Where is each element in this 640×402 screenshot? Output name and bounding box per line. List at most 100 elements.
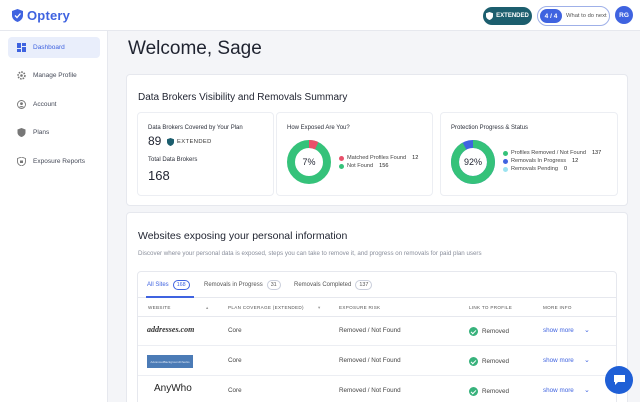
legend-value: 156: [379, 163, 389, 169]
top-bar: Optery EXTENDED 4 / 4 What to do next RG: [0, 0, 640, 31]
user-icon: [17, 100, 26, 109]
column-header-plan-coverage[interactable]: PLAN COVERAGE (EXTENDED): [228, 305, 304, 310]
avatar[interactable]: RG: [615, 6, 633, 24]
covered-value: 89: [148, 134, 162, 148]
shield-icon: [17, 128, 26, 137]
column-header-more-info: MORE INFO: [543, 305, 572, 310]
sidebar: Dashboard Manage Profile Account Plans E…: [0, 31, 108, 402]
site-logo[interactable]: AnyWho: [154, 383, 192, 394]
legend-label: Not Found: [347, 163, 374, 169]
legend-dot: [339, 163, 344, 169]
tab-label: Removals Completed: [294, 282, 352, 288]
legend-in-progress: Removals In Progress 12: [503, 158, 578, 164]
check-circle-icon: [469, 387, 478, 396]
column-header-exposure-risk: EXPOSURE RISK: [339, 305, 381, 310]
column-header-website[interactable]: WEBSITE: [148, 305, 171, 310]
show-more-link[interactable]: show more: [543, 327, 574, 334]
shield-icon: [486, 12, 494, 20]
covered-plan-tag: EXTENDED: [167, 138, 212, 146]
legend-value: 137: [591, 150, 602, 156]
legend-label: Removals In Progress: [511, 158, 567, 164]
plan-badge[interactable]: EXTENDED: [483, 7, 532, 25]
legend-dot: [503, 158, 508, 164]
active-tab-indicator: [146, 296, 194, 298]
todo-label: What to do next: [566, 13, 607, 19]
total-label: Total Data Brokers: [148, 157, 198, 163]
coverage-card: Data Brokers Covered by Your Plan 89 EXT…: [137, 112, 274, 196]
sort-icon[interactable]: ▾: [318, 305, 321, 311]
chevron-down-icon[interactable]: ⌄: [584, 356, 590, 364]
tab-label: Removals in Progress: [204, 282, 263, 288]
sites-card: Websites exposing your personal informat…: [126, 212, 628, 402]
summary-title: Data Brokers Visibility and Removals Sum…: [138, 92, 348, 103]
total-value: 168: [148, 168, 170, 183]
tab-count: 168: [172, 280, 190, 290]
check-circle-icon: [469, 357, 478, 366]
legend-label: Matched Profiles Found: [347, 155, 407, 161]
tab-count: 31: [266, 280, 281, 290]
legend-label: Removals Pending: [511, 166, 558, 172]
brand-logo[interactable]: Optery: [12, 8, 70, 23]
exposure-title: How Exposed Are You?: [287, 125, 350, 131]
exposure-donut: 7%: [287, 140, 331, 184]
exposure-risk-cell: Removed / Not Found: [339, 357, 401, 364]
what-to-do-next-button[interactable]: 4 / 4 What to do next: [537, 6, 610, 26]
sidebar-item-exposure-reports[interactable]: Exposure Reports: [8, 151, 100, 172]
protection-title: Protection Progress & Status: [451, 125, 529, 131]
sidebar-item-label: Manage Profile: [33, 72, 77, 79]
covered-label: Data Brokers Covered by Your Plan: [148, 125, 243, 131]
site-logo[interactable]: AdvancedBackgroundChecks: [147, 355, 193, 368]
link-status: Removed: [482, 328, 509, 336]
sidebar-item-label: Account: [33, 101, 57, 108]
show-more-link[interactable]: show more: [543, 357, 574, 364]
link-to-profile-cell: Removed: [469, 357, 509, 366]
link-to-profile-cell: Removed: [469, 387, 509, 396]
sites-description: Discover where your personal data is exp…: [138, 250, 482, 257]
chat-button[interactable]: [605, 366, 633, 394]
protection-card: Protection Progress & Status 92% Profile…: [440, 112, 618, 196]
legend-dot: [339, 155, 344, 161]
exposure-percent: 7%: [302, 157, 315, 167]
site-logo[interactable]: addresses.com: [147, 325, 194, 334]
sidebar-item-manage-profile[interactable]: Manage Profile: [8, 65, 100, 86]
sidebar-item-account[interactable]: Account: [8, 94, 100, 115]
link-status: Removed: [482, 358, 509, 366]
legend-label: Profiles Removed / Not Found: [511, 150, 586, 156]
chat-icon: [613, 375, 625, 385]
legend-not-found: Not Found 156: [339, 163, 388, 169]
legend-value: 12: [412, 155, 419, 161]
sort-icon[interactable]: ▴: [206, 305, 209, 311]
tab-removals-completed[interactable]: Removals Completed 137: [294, 280, 373, 290]
check-circle-icon: [469, 327, 478, 336]
sidebar-item-dashboard[interactable]: Dashboard: [8, 37, 100, 58]
brand-name: Optery: [27, 8, 71, 23]
sites-tabs: All Sites 168 Removals in Progress 31 Re…: [138, 272, 616, 298]
report-icon: [17, 157, 26, 166]
sidebar-item-plans[interactable]: Plans: [8, 122, 100, 143]
chevron-down-icon[interactable]: ⌄: [584, 386, 590, 394]
show-more-link[interactable]: show more: [543, 387, 574, 394]
legend-value: 0: [563, 166, 568, 172]
tab-removals-in-progress[interactable]: Removals in Progress 31: [204, 280, 281, 290]
link-to-profile-cell: Removed: [469, 327, 509, 336]
plan-coverage-cell: Core: [228, 387, 242, 394]
sidebar-item-label: Dashboard: [33, 44, 65, 51]
page-title: Welcome, Sage: [128, 38, 262, 59]
tab-all-sites[interactable]: All Sites 168: [147, 280, 190, 290]
exposure-risk-cell: Removed / Not Found: [339, 327, 401, 334]
sidebar-item-label: Exposure Reports: [33, 158, 86, 165]
gear-icon: [17, 71, 26, 80]
table-row: AdvancedBackgroundChecks Core Removed / …: [138, 347, 616, 376]
shield-icon: [167, 138, 174, 146]
legend-matched: Matched Profiles Found 12: [339, 155, 418, 161]
legend-removed: Profiles Removed / Not Found 137: [503, 150, 601, 156]
table-row: AnyWho Core Removed / Not Found Removed …: [138, 377, 616, 402]
legend-dot: [503, 150, 508, 156]
chevron-down-icon[interactable]: ⌄: [584, 326, 590, 334]
sites-table: All Sites 168 Removals in Progress 31 Re…: [137, 271, 617, 402]
table-row: addresses.com Core Removed / Not Found R…: [138, 317, 616, 346]
summary-card: Data Brokers Visibility and Removals Sum…: [126, 74, 628, 206]
tab-count: 137: [355, 280, 373, 290]
protection-donut: 92%: [451, 140, 495, 184]
legend-value: 12: [572, 158, 579, 164]
